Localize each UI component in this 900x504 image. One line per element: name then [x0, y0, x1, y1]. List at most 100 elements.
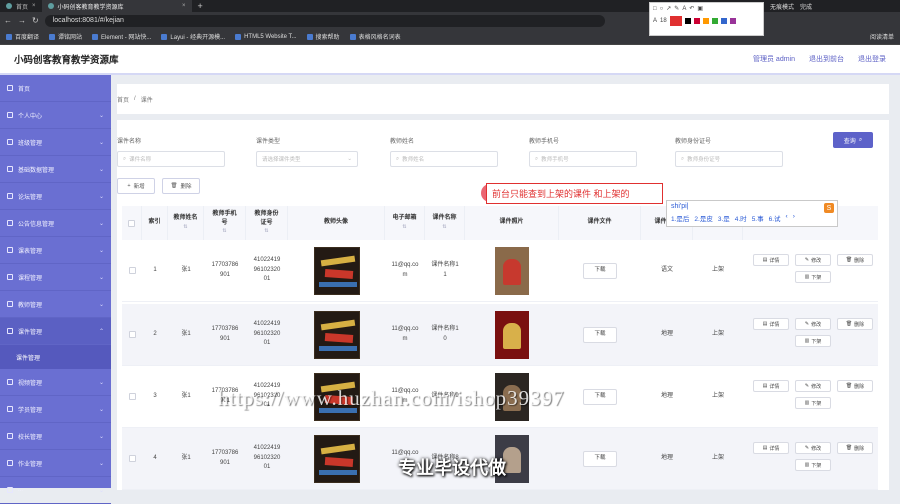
ime-candidate[interactable]: 2.是皮: [694, 213, 712, 223]
teacher-name-input[interactable]: ⌕ 教师姓名: [390, 151, 498, 167]
select-all-checkbox[interactable]: [128, 219, 135, 227]
current-color-swatch[interactable]: [669, 16, 682, 26]
detail-button[interactable]: ▤ 详情: [753, 380, 789, 392]
ime-candidate[interactable]: ›: [793, 213, 795, 223]
logout-link[interactable]: 退出登录: [858, 54, 886, 64]
new-tab-button[interactable]: +: [192, 1, 209, 11]
color-swatch[interactable]: [711, 18, 718, 24]
bookmark-item[interactable]: 表格风格名词表: [349, 32, 401, 41]
courseware-type-select[interactable]: 请选择课件类型 ⌄: [256, 151, 358, 167]
back-to-front-link[interactable]: 退出到前台: [809, 54, 844, 64]
row-checkbox[interactable]: [128, 455, 136, 462]
sidebar-item-basic-data[interactable]: 基础数据管理 ⌄: [0, 156, 111, 183]
sidebar-item-courseware[interactable]: 课件管理 ⌃: [0, 318, 111, 345]
column-header[interactable]: 课件文件: [559, 206, 641, 240]
column-header[interactable]: 索引: [142, 206, 168, 240]
browser-tab-home[interactable]: 首页 ×: [0, 0, 42, 12]
courseware-name-input[interactable]: ⌕ 课件名称: [117, 151, 225, 167]
arrow-tool-icon[interactable]: ↗: [666, 5, 671, 12]
save-icon[interactable]: ▣: [697, 5, 703, 12]
delete-row-button[interactable]: 🗑 删除: [837, 318, 873, 330]
sidebar-item-notice[interactable]: 公告信息管理 ⌄: [0, 210, 111, 237]
detail-button[interactable]: ▤ 详情: [753, 254, 789, 266]
ime-candidate[interactable]: 6.试: [769, 213, 781, 223]
sidebar-item-class[interactable]: 班级管理 ⌄: [0, 129, 111, 156]
download-button[interactable]: 下载: [583, 326, 617, 343]
unlist-button[interactable]: ▥ 下架: [795, 271, 831, 283]
add-button[interactable]: + 新增: [117, 178, 155, 194]
sidebar-item-home[interactable]: 首页: [0, 75, 111, 102]
sidebar-item-video[interactable]: 视频管理 ⌄: [0, 369, 111, 396]
sidebar-item-forum[interactable]: 论坛管理 ⌄: [0, 183, 111, 210]
unlist-button[interactable]: ▥ 下架: [795, 459, 831, 471]
annotation-textbox[interactable]: 前台只能查到上架的课件 和上架的: [486, 183, 663, 204]
ime-candidate[interactable]: 4.时: [735, 213, 747, 223]
forward-icon[interactable]: →: [18, 16, 26, 25]
bookmark-item[interactable]: 百度翻译: [6, 32, 39, 41]
font-size-select[interactable]: 18: [660, 18, 667, 24]
pen-tool-icon[interactable]: ✎: [674, 5, 679, 12]
column-header[interactable]: 课件名称 ⇅: [425, 206, 465, 240]
row-checkbox[interactable]: [128, 267, 136, 274]
sidebar-subitem-courseware[interactable]: 课件管理: [0, 345, 111, 369]
edit-button[interactable]: ✎ 修改: [795, 442, 831, 454]
query-button[interactable]: 查询 ⌕: [833, 132, 873, 148]
delete-button[interactable]: 🗑 删除: [162, 178, 200, 194]
bookmark-item[interactable]: HTML5 Website T...: [235, 33, 297, 40]
breadcrumb-home[interactable]: 首页: [117, 95, 129, 104]
download-button[interactable]: 下载: [583, 388, 617, 405]
download-button[interactable]: 下载: [583, 450, 617, 467]
sidebar-item-teacher[interactable]: 教师管理 ⌄: [0, 291, 111, 318]
sidebar-item-schedule[interactable]: 课表管理 ⌄: [0, 237, 111, 264]
detail-button[interactable]: ▤ 详情: [753, 318, 789, 330]
download-button[interactable]: 下载: [583, 262, 617, 279]
unlist-button[interactable]: ▥ 下架: [795, 397, 831, 409]
text-tool-icon[interactable]: A: [682, 6, 686, 12]
delete-row-button[interactable]: 🗑 删除: [837, 380, 873, 392]
column-header[interactable]: 课件照片: [465, 206, 559, 240]
sidebar-item-student[interactable]: 学员管理 ⌄: [0, 396, 111, 423]
url-field[interactable]: localhost:8081/#/kejian: [44, 14, 605, 27]
close-tab-icon[interactable]: ×: [32, 3, 36, 9]
sidebar-item-course[interactable]: 课程管理 ⌄: [0, 264, 111, 291]
edit-button[interactable]: ✎ 修改: [795, 254, 831, 266]
sidebar-item-principal[interactable]: 校长管理 ⌄: [0, 423, 111, 450]
bookmark-item[interactable]: Element - 网站快...: [92, 32, 151, 41]
rect-tool-icon[interactable]: □: [653, 6, 657, 12]
ime-candidate[interactable]: 5.事: [752, 213, 764, 223]
browser-tab-active[interactable]: 小码创客教育教学资源库 ×: [41, 0, 192, 12]
column-header[interactable]: 教师头像: [288, 206, 385, 240]
ime-candidate[interactable]: 3.是: [718, 213, 730, 223]
color-swatch[interactable]: [720, 18, 727, 24]
unlist-button[interactable]: ▥ 下架: [795, 335, 831, 347]
bookmark-item[interactable]: Layui - 经典开源模...: [161, 32, 225, 41]
reload-icon[interactable]: ↻: [32, 16, 39, 25]
color-swatch[interactable]: [693, 18, 700, 24]
delete-row-button[interactable]: 🗑 删除: [837, 254, 873, 266]
color-swatch[interactable]: [729, 18, 736, 24]
undo-icon[interactable]: ↶: [689, 5, 694, 12]
column-header[interactable]: 教师手机号 ⇅: [204, 206, 246, 240]
ime-candidate[interactable]: 1.是后: [671, 213, 689, 223]
back-icon[interactable]: ←: [4, 16, 12, 25]
teacher-phone-input[interactable]: ⌕ 教师手机号: [529, 151, 637, 167]
close-tab-icon[interactable]: ×: [182, 3, 186, 9]
bookmark-item[interactable]: 搜索帮助: [306, 32, 340, 41]
column-header[interactable]: 教师身份证号 ⇅: [246, 206, 288, 240]
column-header[interactable]: 电子邮箱 ⇅: [385, 206, 425, 240]
sidebar-item-more[interactable]: ... ⌄: [0, 477, 111, 504]
edit-button[interactable]: ✎ 修改: [795, 380, 831, 392]
row-checkbox[interactable]: [128, 331, 136, 338]
column-header[interactable]: 教师姓名 ⇅: [168, 206, 204, 240]
bookmark-item[interactable]: 谭铭网站: [49, 32, 82, 41]
color-swatch[interactable]: [702, 18, 709, 24]
reading-list[interactable]: 阅读清单: [870, 32, 894, 41]
teacher-idcard-input[interactable]: ⌕ 教师身份证号: [675, 151, 783, 167]
row-checkbox[interactable]: [128, 393, 136, 400]
color-swatch[interactable]: [684, 18, 691, 24]
delete-row-button[interactable]: 🗑 删除: [837, 442, 873, 454]
ellipse-tool-icon[interactable]: ○: [660, 6, 664, 12]
sidebar-item-profile[interactable]: 个人中心 ⌄: [0, 102, 111, 129]
done-label[interactable]: 完成: [800, 2, 812, 11]
sidebar-item-homework[interactable]: 作业管理 ⌄: [0, 450, 111, 477]
